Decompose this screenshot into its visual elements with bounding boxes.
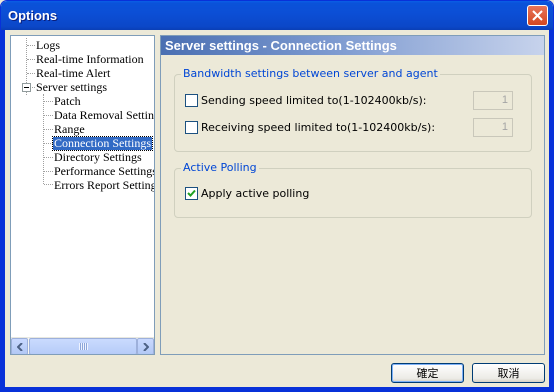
close-button[interactable] [527,5,548,26]
tree-item-patch[interactable]: Patch [53,95,82,108]
title-bar[interactable]: Options [1,1,553,30]
tree-item-logs[interactable]: Logs [35,39,61,52]
tree-line [27,45,35,46]
scroll-left-button[interactable] [11,338,28,354]
tree-item-range[interactable]: Range [53,123,86,136]
horizontal-scrollbar[interactable] [11,337,154,354]
sending-limit-input[interactable]: 1 [473,91,513,110]
tree-line [27,59,35,60]
tree-line [44,129,53,130]
cancel-button[interactable]: 取消 [472,363,545,383]
sending-limit-checkbox[interactable] [185,94,198,107]
active-polling-group-title: Active Polling [181,161,259,174]
frame-left [1,30,5,391]
settings-tree[interactable]: Logs Real-time Information Real-time Ale… [10,35,155,355]
receiving-limit-label: Receiving speed limited to(1-102400kb/s)… [201,121,436,134]
tree-item-realtime-alert[interactable]: Real-time Alert [35,67,111,80]
apply-polling-label: Apply active polling [201,187,310,200]
receiving-limit-checkbox[interactable] [185,121,198,134]
collapse-icon[interactable] [22,83,31,92]
settings-panel: Server settings - Connection Settings Ba… [160,35,545,355]
receiving-limit-input[interactable]: 1 [473,118,513,137]
tree-line [44,115,53,116]
tree-item-data-removal-settings[interactable]: Data Removal Settings [53,109,154,122]
frame-bottom [1,387,553,391]
tree-line [44,184,53,185]
scroll-right-button[interactable] [137,338,154,354]
options-window: Options Logs Real-time Information Real-… [0,0,554,392]
ok-button[interactable]: 確定 [391,363,464,383]
bandwidth-group: Bandwidth settings between server and ag… [174,67,532,152]
apply-polling-row[interactable]: Apply active polling [185,187,309,200]
tree-item-performance-settings[interactable]: Performance Settings [53,165,154,178]
tree-line [44,101,53,102]
tree-item-server-settings[interactable]: Server settings [35,81,108,94]
receiving-limit-row[interactable]: Receiving speed limited to(1-102400kb/s)… [185,121,435,134]
sending-limit-row[interactable]: Sending speed limited to(1-102400kb/s): [185,94,426,107]
tree-line [44,143,53,144]
tree-item-errors-report-settings[interactable]: Errors Report Settings [53,179,154,192]
arrow-left-icon [16,342,23,351]
tree-item-directory-settings[interactable]: Directory Settings [53,151,143,164]
tree-line [27,73,35,74]
window-title: Options [8,8,58,23]
scroll-thumb[interactable] [29,338,137,354]
arrow-right-icon [142,342,149,351]
frame-right [549,30,553,391]
panel-header: Server settings - Connection Settings [161,36,544,55]
tree-item-connection-settings[interactable]: Connection Settings [52,136,153,151]
grip-icon [78,343,88,350]
tree-line [44,157,53,158]
apply-polling-checkbox[interactable] [185,187,198,200]
close-icon [532,10,543,21]
active-polling-group: Active Polling Apply active polling [174,161,532,218]
tree-line [44,171,53,172]
bandwidth-group-title: Bandwidth settings between server and ag… [181,67,440,80]
checkmark-icon [187,189,196,197]
sending-limit-label: Sending speed limited to(1-102400kb/s): [201,94,427,107]
tree-item-realtime-information[interactable]: Real-time Information [35,53,145,66]
